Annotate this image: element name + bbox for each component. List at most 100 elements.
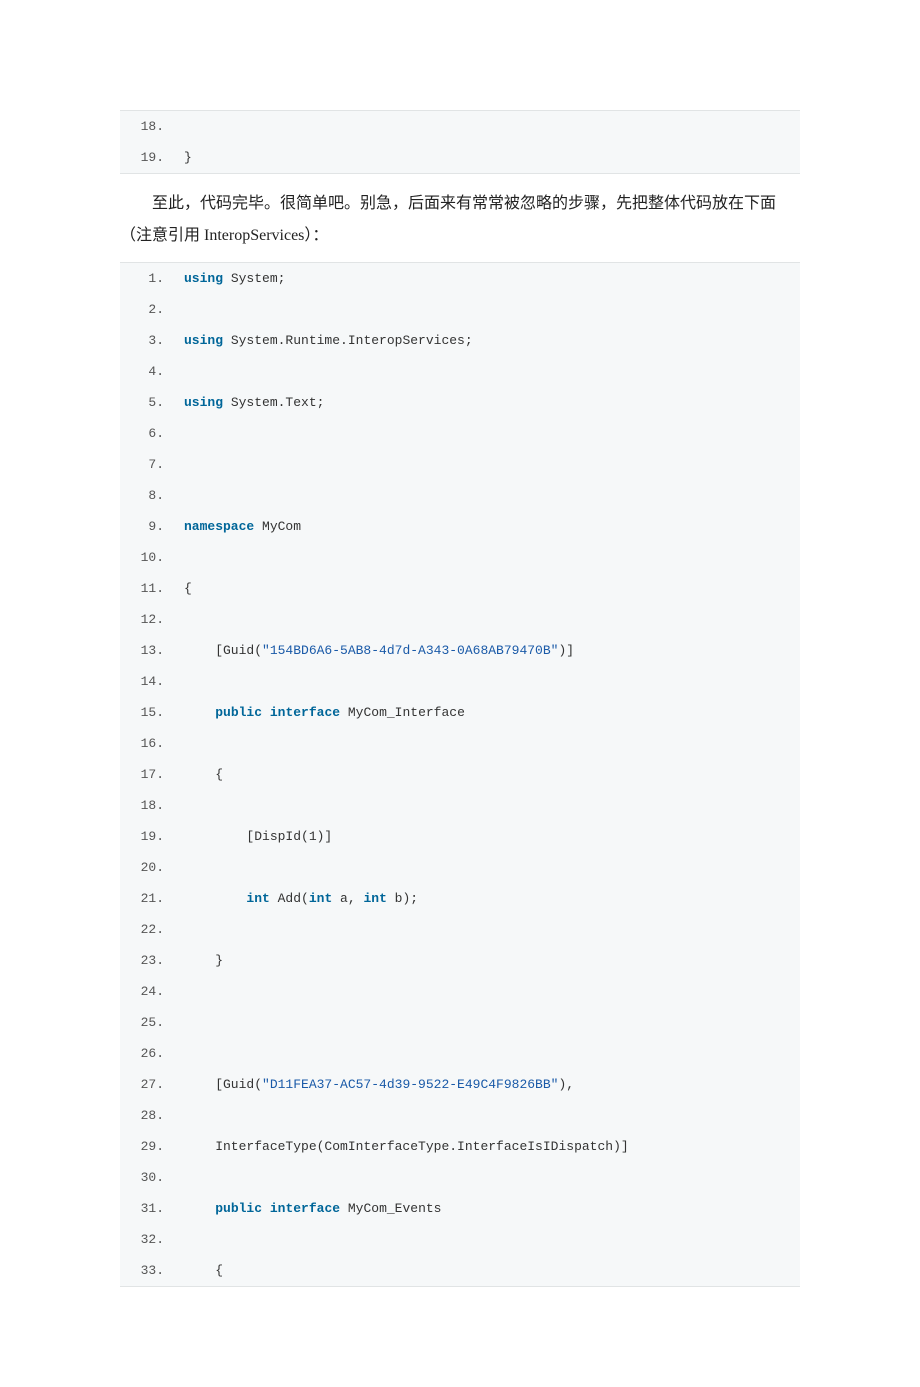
token-plain bbox=[184, 891, 246, 906]
code-line: 17. { bbox=[120, 759, 800, 790]
code-line: 33. { bbox=[120, 1255, 800, 1286]
token-plain: MyCom_Events bbox=[340, 1201, 441, 1216]
paragraph-text: 至此，代码完毕。很简单吧。别急，后面来有常常被忽略的步骤，先把整体代码放在下面（… bbox=[120, 188, 800, 252]
code-content: int Add(int a, int b); bbox=[164, 883, 418, 914]
code-line: 21. int Add(int a, int b); bbox=[120, 883, 800, 914]
code-block-2: 1.using System;2.3.using System.Runtime.… bbox=[120, 262, 800, 1287]
code-line: 7. bbox=[120, 449, 800, 480]
token-plain bbox=[262, 1201, 270, 1216]
token-kw: namespace bbox=[184, 519, 254, 534]
token-plain: InterfaceType(ComInterfaceType.Interface… bbox=[184, 1139, 629, 1154]
token-kw: int bbox=[309, 891, 332, 906]
line-number: 9. bbox=[130, 511, 164, 542]
code-line: 18. bbox=[120, 111, 800, 142]
token-plain: { bbox=[184, 1263, 223, 1278]
token-plain: [DispId(1)] bbox=[184, 829, 332, 844]
line-number: 14. bbox=[130, 666, 164, 697]
code-content: using System.Text; bbox=[164, 387, 324, 418]
token-kw: public bbox=[215, 705, 262, 720]
code-line: 25. bbox=[120, 1007, 800, 1038]
code-line: 24. bbox=[120, 976, 800, 1007]
code-line: 19. [DispId(1)] bbox=[120, 821, 800, 852]
code-content: InterfaceType(ComInterfaceType.Interface… bbox=[164, 1131, 629, 1162]
token-plain: System; bbox=[223, 271, 285, 286]
token-plain: [Guid( bbox=[184, 1077, 262, 1092]
code-line: 20. bbox=[120, 852, 800, 883]
code-content: using System.Runtime.InteropServices; bbox=[164, 325, 473, 356]
document-page: 18.19.} 至此，代码完毕。很简单吧。别急，后面来有常常被忽略的步骤，先把整… bbox=[0, 0, 920, 1387]
line-number: 19. bbox=[130, 821, 164, 852]
line-number: 32. bbox=[130, 1224, 164, 1255]
code-line: 26. bbox=[120, 1038, 800, 1069]
code-line: 16. bbox=[120, 728, 800, 759]
token-plain: System.Runtime.InteropServices; bbox=[223, 333, 473, 348]
code-line: 31. public interface MyCom_Events bbox=[120, 1193, 800, 1224]
line-number: 24. bbox=[130, 976, 164, 1007]
token-kw: int bbox=[363, 891, 386, 906]
line-number: 11. bbox=[130, 573, 164, 604]
code-content: } bbox=[164, 945, 223, 976]
code-line: 6. bbox=[120, 418, 800, 449]
line-number: 2. bbox=[130, 294, 164, 325]
token-plain: MyCom bbox=[254, 519, 301, 534]
code-line: 28. bbox=[120, 1100, 800, 1131]
line-number: 18. bbox=[130, 111, 164, 142]
code-line: 3.using System.Runtime.InteropServices; bbox=[120, 325, 800, 356]
code-block-1: 18.19.} bbox=[120, 110, 800, 174]
line-number: 10. bbox=[130, 542, 164, 573]
code-content: using System; bbox=[164, 263, 285, 294]
token-plain: { bbox=[184, 581, 192, 596]
token-plain: Add( bbox=[270, 891, 309, 906]
line-number: 23. bbox=[130, 945, 164, 976]
line-number: 16. bbox=[130, 728, 164, 759]
line-number: 27. bbox=[130, 1069, 164, 1100]
line-number: 18. bbox=[130, 790, 164, 821]
line-number: 28. bbox=[130, 1100, 164, 1131]
line-number: 25. bbox=[130, 1007, 164, 1038]
line-number: 13. bbox=[130, 635, 164, 666]
code-line: 19.} bbox=[120, 142, 800, 173]
code-content: { bbox=[164, 759, 223, 790]
code-line: 1.using System; bbox=[120, 263, 800, 294]
code-line: 5.using System.Text; bbox=[120, 387, 800, 418]
token-kw: using bbox=[184, 271, 223, 286]
code-line: 18. bbox=[120, 790, 800, 821]
line-number: 5. bbox=[130, 387, 164, 418]
line-number: 15. bbox=[130, 697, 164, 728]
token-plain bbox=[184, 705, 215, 720]
token-plain: a, bbox=[332, 891, 363, 906]
code-content: namespace MyCom bbox=[164, 511, 301, 542]
line-number: 30. bbox=[130, 1162, 164, 1193]
line-number: 26. bbox=[130, 1038, 164, 1069]
body-paragraph: 至此，代码完毕。很简单吧。别急，后面来有常常被忽略的步骤，先把整体代码放在下面（… bbox=[120, 188, 800, 252]
line-number: 21. bbox=[130, 883, 164, 914]
token-plain: b); bbox=[387, 891, 418, 906]
token-kw: public bbox=[215, 1201, 262, 1216]
line-number: 4. bbox=[130, 356, 164, 387]
token-plain: )] bbox=[558, 643, 574, 658]
code-line: 14. bbox=[120, 666, 800, 697]
line-number: 3. bbox=[130, 325, 164, 356]
token-str: "154BD6A6-5AB8-4d7d-A343-0A68AB79470B" bbox=[262, 643, 558, 658]
token-plain: } bbox=[184, 953, 223, 968]
code-content: public interface MyCom_Interface bbox=[164, 697, 465, 728]
code-content: { bbox=[164, 1255, 223, 1286]
code-line: 9.namespace MyCom bbox=[120, 511, 800, 542]
token-plain: System.Text; bbox=[223, 395, 324, 410]
code-line: 10. bbox=[120, 542, 800, 573]
code-content: [DispId(1)] bbox=[164, 821, 332, 852]
token-plain: } bbox=[184, 150, 192, 165]
line-number: 33. bbox=[130, 1255, 164, 1286]
code-content: [Guid("154BD6A6-5AB8-4d7d-A343-0A68AB794… bbox=[164, 635, 574, 666]
code-content: [Guid("D11FEA37-AC57-4d39-9522-E49C4F982… bbox=[164, 1069, 574, 1100]
token-plain: { bbox=[184, 767, 223, 782]
code-line: 23. } bbox=[120, 945, 800, 976]
token-kw: using bbox=[184, 395, 223, 410]
token-str: "D11FEA37-AC57-4d39-9522-E49C4F9826BB" bbox=[262, 1077, 558, 1092]
token-plain bbox=[184, 1201, 215, 1216]
code-line: 29. InterfaceType(ComInterfaceType.Inter… bbox=[120, 1131, 800, 1162]
line-number: 22. bbox=[130, 914, 164, 945]
line-number: 19. bbox=[130, 142, 164, 173]
token-plain: [Guid( bbox=[184, 643, 262, 658]
line-number: 29. bbox=[130, 1131, 164, 1162]
